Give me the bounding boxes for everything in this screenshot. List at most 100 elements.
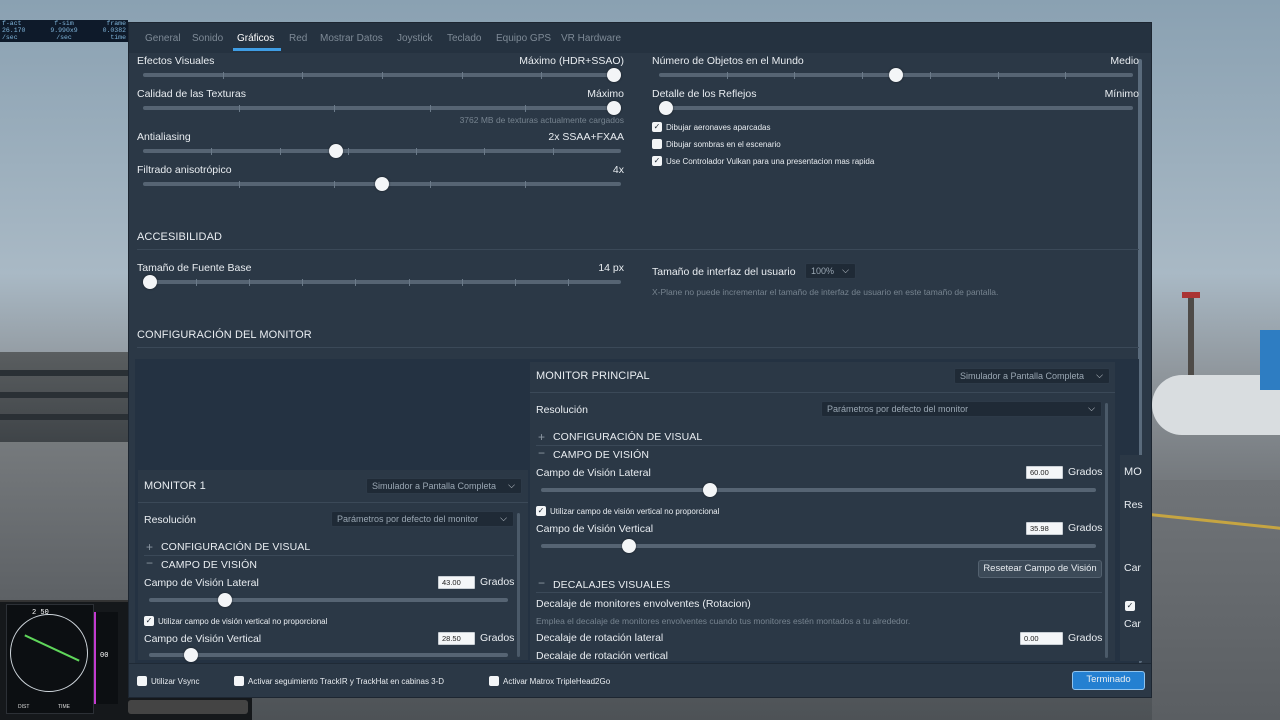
tab-vr-hardware[interactable]: VR Hardware [561, 33, 621, 44]
monitor-1-nonprop-checkbox[interactable]: ✓ Utilizar campo de visión vertical no pr… [144, 616, 327, 626]
main-monitor-scrollbar[interactable] [1105, 403, 1108, 658]
panel-divider [530, 392, 1115, 393]
slider-tick [416, 147, 418, 155]
trackir-checkbox[interactable]: Activar seguimiento TrackIR y TrackHat e… [234, 676, 444, 686]
visual-effects-value: Máximo (HDR+SSAO) [519, 55, 624, 67]
lateral-rotation-label: Decalaje de rotación lateral [536, 632, 664, 644]
plus-icon[interactable]: + [146, 540, 153, 554]
slider-tick [238, 180, 240, 188]
reset-fov-button[interactable]: Resetear Campo de Visión [978, 560, 1102, 578]
slider-tick [382, 71, 383, 79]
minus-icon[interactable]: − [146, 556, 153, 570]
checkbox-label: Activar Matrox TripleHead2Go [503, 676, 611, 686]
slider-thumb[interactable] [607, 101, 621, 115]
monitor-1-resolution-select[interactable]: Parámetros por defecto del monitor ⌵ [331, 511, 514, 527]
anisotropic-slider[interactable] [143, 177, 621, 191]
texture-quality-label: Calidad de las Texturas [137, 88, 246, 100]
slider-thumb[interactable] [328, 144, 343, 158]
visual-offsets-heading[interactable]: DECALAJES VISUALES [553, 579, 670, 591]
main-monitor-title: MONITOR PRINCIPAL [536, 370, 650, 382]
panel-divider [536, 592, 1102, 593]
vulkan-driver-checkbox[interactable]: ✓ Use Controlador Vulkan para una present… [652, 156, 874, 166]
slider-tick [355, 278, 357, 286]
tab-network[interactable]: Red [289, 33, 307, 44]
main-monitor-nonprop-checkbox[interactable]: ✓ Utilizar campo de visión vertical no pr… [536, 506, 719, 516]
slider-tick [1065, 71, 1067, 79]
main-monitor-lateral-input[interactable]: 60.00 [1026, 466, 1063, 479]
visual-effects-slider[interactable] [143, 68, 621, 82]
slider-tick [334, 104, 336, 112]
tab-gps[interactable]: Equipo GPS [496, 33, 551, 44]
world-objects-slider[interactable] [659, 68, 1133, 82]
wrap-offset-note: Emplea el decalaje de monitores envolven… [536, 616, 911, 626]
monitor-1-lateral-input[interactable]: 43.00 [438, 576, 475, 589]
tab-joystick[interactable]: Joystick [397, 33, 433, 44]
tab-data-output[interactable]: Mostrar Datos [320, 33, 383, 44]
monitor-1-scrollbar[interactable] [517, 513, 520, 657]
checkbox-box[interactable] [652, 139, 662, 149]
lateral-rotation-input[interactable]: 0.00 [1020, 632, 1063, 645]
monitor-1-vertical-slider[interactable] [149, 648, 508, 662]
texture-quality-slider[interactable] [143, 101, 621, 115]
main-monitor-vertical-slider[interactable] [541, 539, 1096, 553]
reflections-slider[interactable] [659, 101, 1133, 115]
slider-thumb[interactable] [218, 593, 232, 607]
degrees-unit: Grados [1068, 522, 1103, 534]
minus-icon[interactable]: − [538, 576, 545, 590]
degrees-unit: Grados [480, 632, 515, 644]
main-monitor-vertical-input[interactable]: 35.98 [1026, 522, 1063, 535]
plus-icon[interactable]: + [538, 430, 545, 444]
antialiasing-slider[interactable] [143, 144, 621, 158]
slider-tick [249, 278, 251, 286]
matrox-checkbox[interactable]: Activar Matrox TripleHead2Go [489, 676, 610, 686]
monitor-2-panel[interactable] [1120, 455, 1150, 661]
main-monitor-resolution-select[interactable]: Parámetros por defecto del monitor ⌵ [821, 401, 1102, 417]
main-monitor-lateral-slider[interactable] [541, 483, 1096, 497]
main-monitor-visual-config[interactable]: CONFIGURACIÓN DE VISUAL [553, 431, 702, 443]
panel-divider [144, 555, 514, 556]
monitor-1-vertical-input[interactable]: 28.50 [438, 632, 475, 645]
tab-sound[interactable]: Sonido [192, 33, 223, 44]
draw-parked-aircraft-checkbox[interactable]: ✓ Dibujar aeronaves aparcadas [652, 122, 771, 132]
slider-tick [525, 180, 527, 188]
checkbox-box[interactable]: ✓ [536, 506, 546, 516]
slider-tick [222, 71, 224, 79]
checkbox-box[interactable]: ✓ [652, 156, 662, 166]
minus-icon[interactable]: − [538, 446, 545, 460]
monitor-2-checkbox[interactable]: ✓ [1125, 601, 1135, 611]
done-button[interactable]: Terminado [1072, 671, 1145, 690]
slider-tick [862, 71, 864, 79]
monitor-1-fov-heading[interactable]: CAMPO DE VISIÓN [161, 559, 257, 571]
slider-thumb[interactable] [607, 68, 621, 82]
draw-shadows-checkbox[interactable]: Dibujar sombras en el escenario [652, 139, 781, 149]
font-size-slider[interactable] [143, 275, 621, 289]
slider-tick [461, 278, 463, 286]
ui-size-select[interactable]: 100% ⌵ [805, 263, 856, 279]
monitor-1-visual-config[interactable]: CONFIGURACIÓN DE VISUAL [161, 541, 310, 553]
antialiasing-value: 2x SSAA+FXAA [548, 131, 624, 143]
hsi-heading: 2 50 [32, 609, 49, 617]
checkbox-box[interactable] [234, 676, 244, 686]
main-monitor-fov-heading[interactable]: CAMPO DE VISIÓN [553, 449, 649, 461]
checkbox-box[interactable]: ✓ [652, 122, 662, 132]
tab-graphics[interactable]: Gráficos [237, 33, 274, 44]
checkbox-box[interactable] [489, 676, 499, 686]
tab-general[interactable]: General [145, 33, 181, 44]
checkbox-box[interactable]: ✓ [144, 616, 154, 626]
readout-unit: time [110, 33, 126, 41]
slider-thumb[interactable] [659, 101, 673, 115]
monitor-1-mode-select[interactable]: Simulador a Pantalla Completa ⌵ [366, 478, 522, 494]
slider-thumb[interactable] [183, 648, 198, 662]
font-size-value: 14 px [598, 262, 624, 274]
tab-keyboard[interactable]: Teclado [447, 33, 481, 44]
slider-thumb[interactable] [143, 275, 157, 289]
main-monitor-mode-select[interactable]: Simulador a Pantalla Completa ⌵ [954, 368, 1110, 384]
slider-thumb[interactable] [375, 177, 389, 191]
slider-thumb[interactable] [889, 68, 903, 82]
panel-divider [536, 445, 1102, 446]
checkbox-box[interactable] [137, 676, 147, 686]
texture-quality-value: Máximo [587, 88, 624, 100]
vsync-checkbox[interactable]: Utilizar Vsync [137, 676, 199, 686]
monitor-1-lateral-slider[interactable] [149, 593, 508, 607]
monitor-1-lateral-label: Campo de Visión Lateral [144, 577, 259, 589]
